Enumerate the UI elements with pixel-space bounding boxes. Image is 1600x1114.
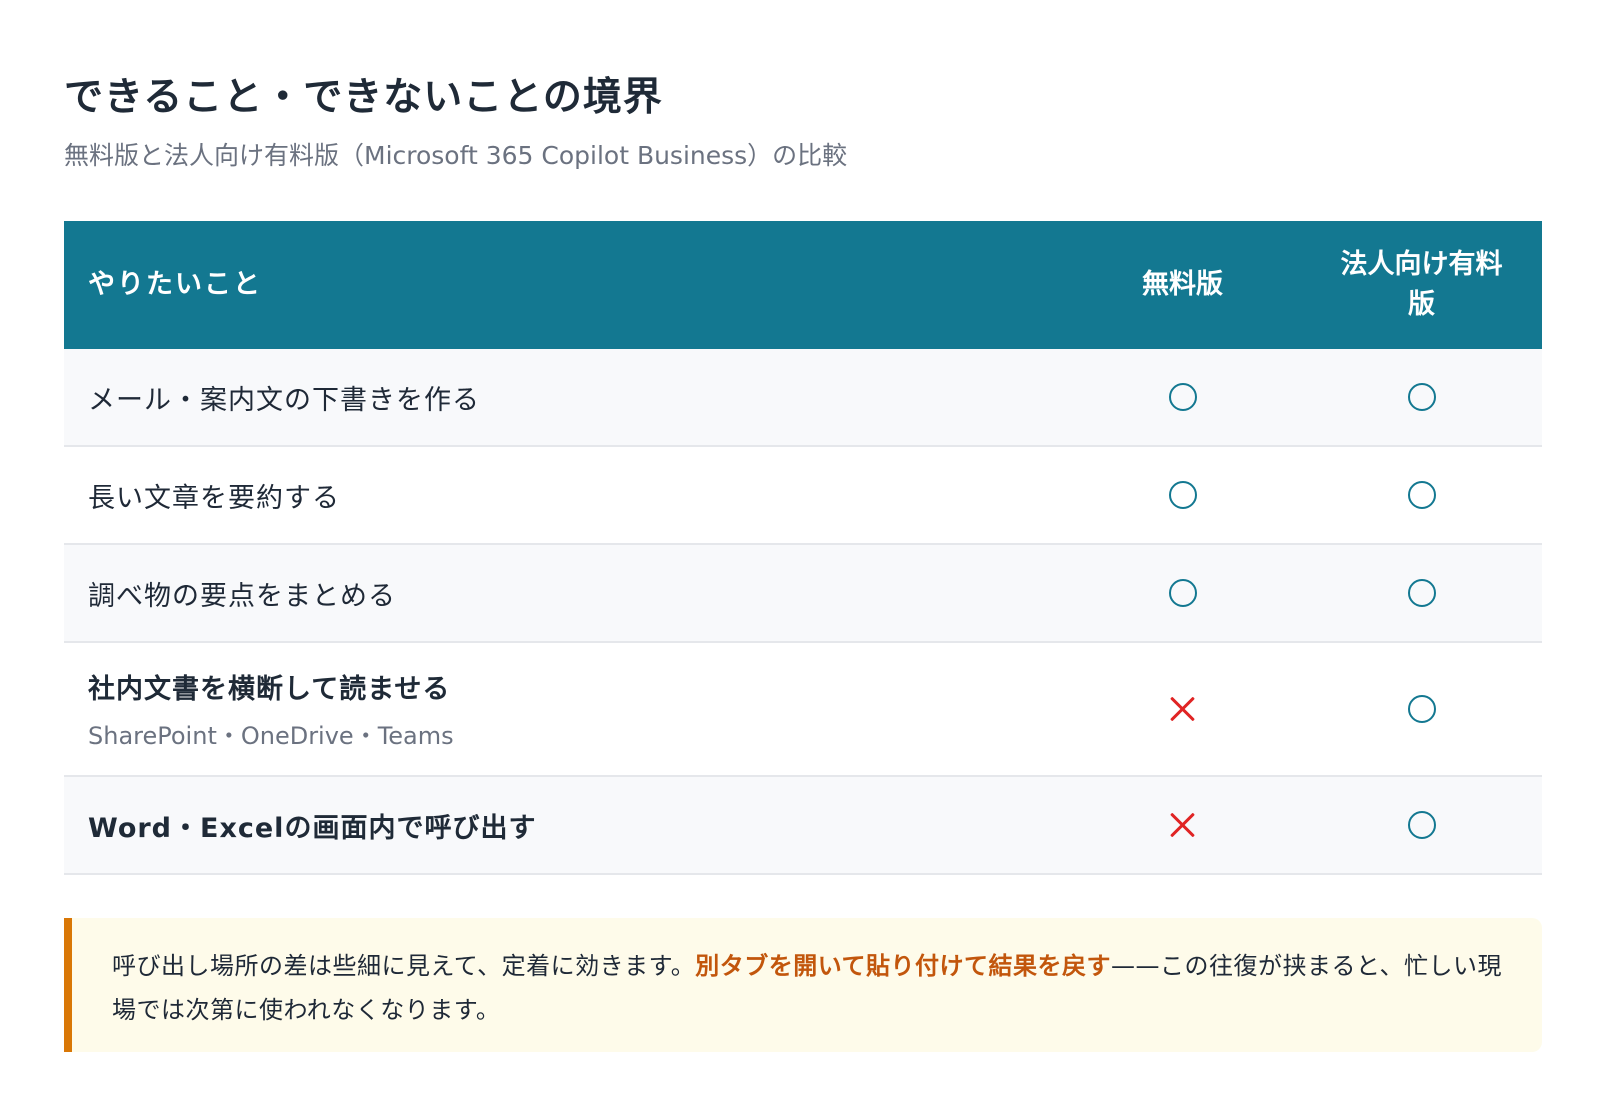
unavailable-cross-icon — [1169, 811, 1197, 839]
page-subtitle: 無料版と法人向け有料版（Microsoft 365 Copilot Busine… — [64, 141, 848, 170]
available-circle-icon — [1407, 579, 1436, 607]
table-row: 長い文章を要約する — [64, 446, 1542, 545]
column-header-paid: 法人向け有料版 — [1301, 221, 1542, 349]
feature-label: メール・案内文の下書きを作る — [88, 384, 480, 416]
feature-sublabel: SharePoint・OneDrive・Teams — [88, 722, 454, 750]
column-header-free: 無料版 — [1064, 221, 1301, 349]
available-circle-icon — [1407, 383, 1436, 411]
table-row: 社内文書を横断して読ませる SharePoint・OneDrive・Teams — [64, 642, 1542, 777]
feature-cell: 社内文書を横断して読ませる SharePoint・OneDrive・Teams — [64, 642, 1064, 777]
feature-cell: メール・案内文の下書きを作る — [64, 349, 1064, 447]
column-header-paid-label: 法人向け有料版 — [1340, 249, 1503, 320]
free-cell — [1064, 446, 1301, 545]
available-circle-icon — [1407, 481, 1436, 509]
feature-label: 社内文書を横断して読ませる — [88, 674, 451, 705]
paid-cell — [1301, 642, 1542, 777]
available-circle-icon — [1407, 811, 1436, 839]
callout-note: 呼び出し場所の差は些細に見えて、定着に効きます。別タブを開いて貼り付けて結果を戻… — [64, 918, 1542, 1052]
available-circle-icon — [1168, 383, 1197, 411]
available-circle-icon — [1168, 579, 1197, 607]
table-row: 調べ物の要点をまとめる — [64, 544, 1542, 643]
feature-label: 長い文章を要約する — [88, 482, 340, 514]
table-header-row: やりたいこと 無料版 法人向け有料版 — [64, 221, 1542, 349]
table-row: メール・案内文の下書きを作る — [64, 349, 1542, 447]
column-header-feature: やりたいこと — [64, 221, 1064, 349]
page-title: できること・できないことの境界 — [64, 75, 663, 120]
feature-cell: Word・Excelの画面内で呼び出す — [64, 776, 1064, 875]
available-circle-icon — [1168, 481, 1197, 509]
table-row: Word・Excelの画面内で呼び出す — [64, 776, 1542, 875]
paid-cell — [1301, 349, 1542, 447]
paid-cell — [1301, 544, 1542, 643]
free-cell — [1064, 776, 1301, 875]
note-text-before: 呼び出し場所の差は些細に見えて、定着に効きます。 — [112, 952, 696, 980]
feature-label: Word・Excelの画面内で呼び出す — [88, 812, 537, 844]
available-circle-icon — [1407, 695, 1436, 723]
column-header-free-label: 無料版 — [1142, 269, 1223, 300]
free-cell — [1064, 349, 1301, 447]
note-highlight: 別タブを開いて貼り付けて結果を戻す — [695, 952, 1111, 980]
paid-cell — [1301, 446, 1542, 545]
free-cell — [1064, 642, 1301, 777]
feature-label: 調べ物の要点をまとめる — [88, 580, 396, 612]
paid-cell — [1301, 776, 1542, 875]
feature-cell: 調べ物の要点をまとめる — [64, 544, 1064, 643]
free-cell — [1064, 544, 1301, 643]
unavailable-cross-icon — [1169, 695, 1197, 723]
comparison-table: やりたいこと 無料版 法人向け有料版 メール・案内文の下書きを作る 長い文章を要… — [64, 221, 1542, 875]
feature-cell: 長い文章を要約する — [64, 446, 1064, 545]
